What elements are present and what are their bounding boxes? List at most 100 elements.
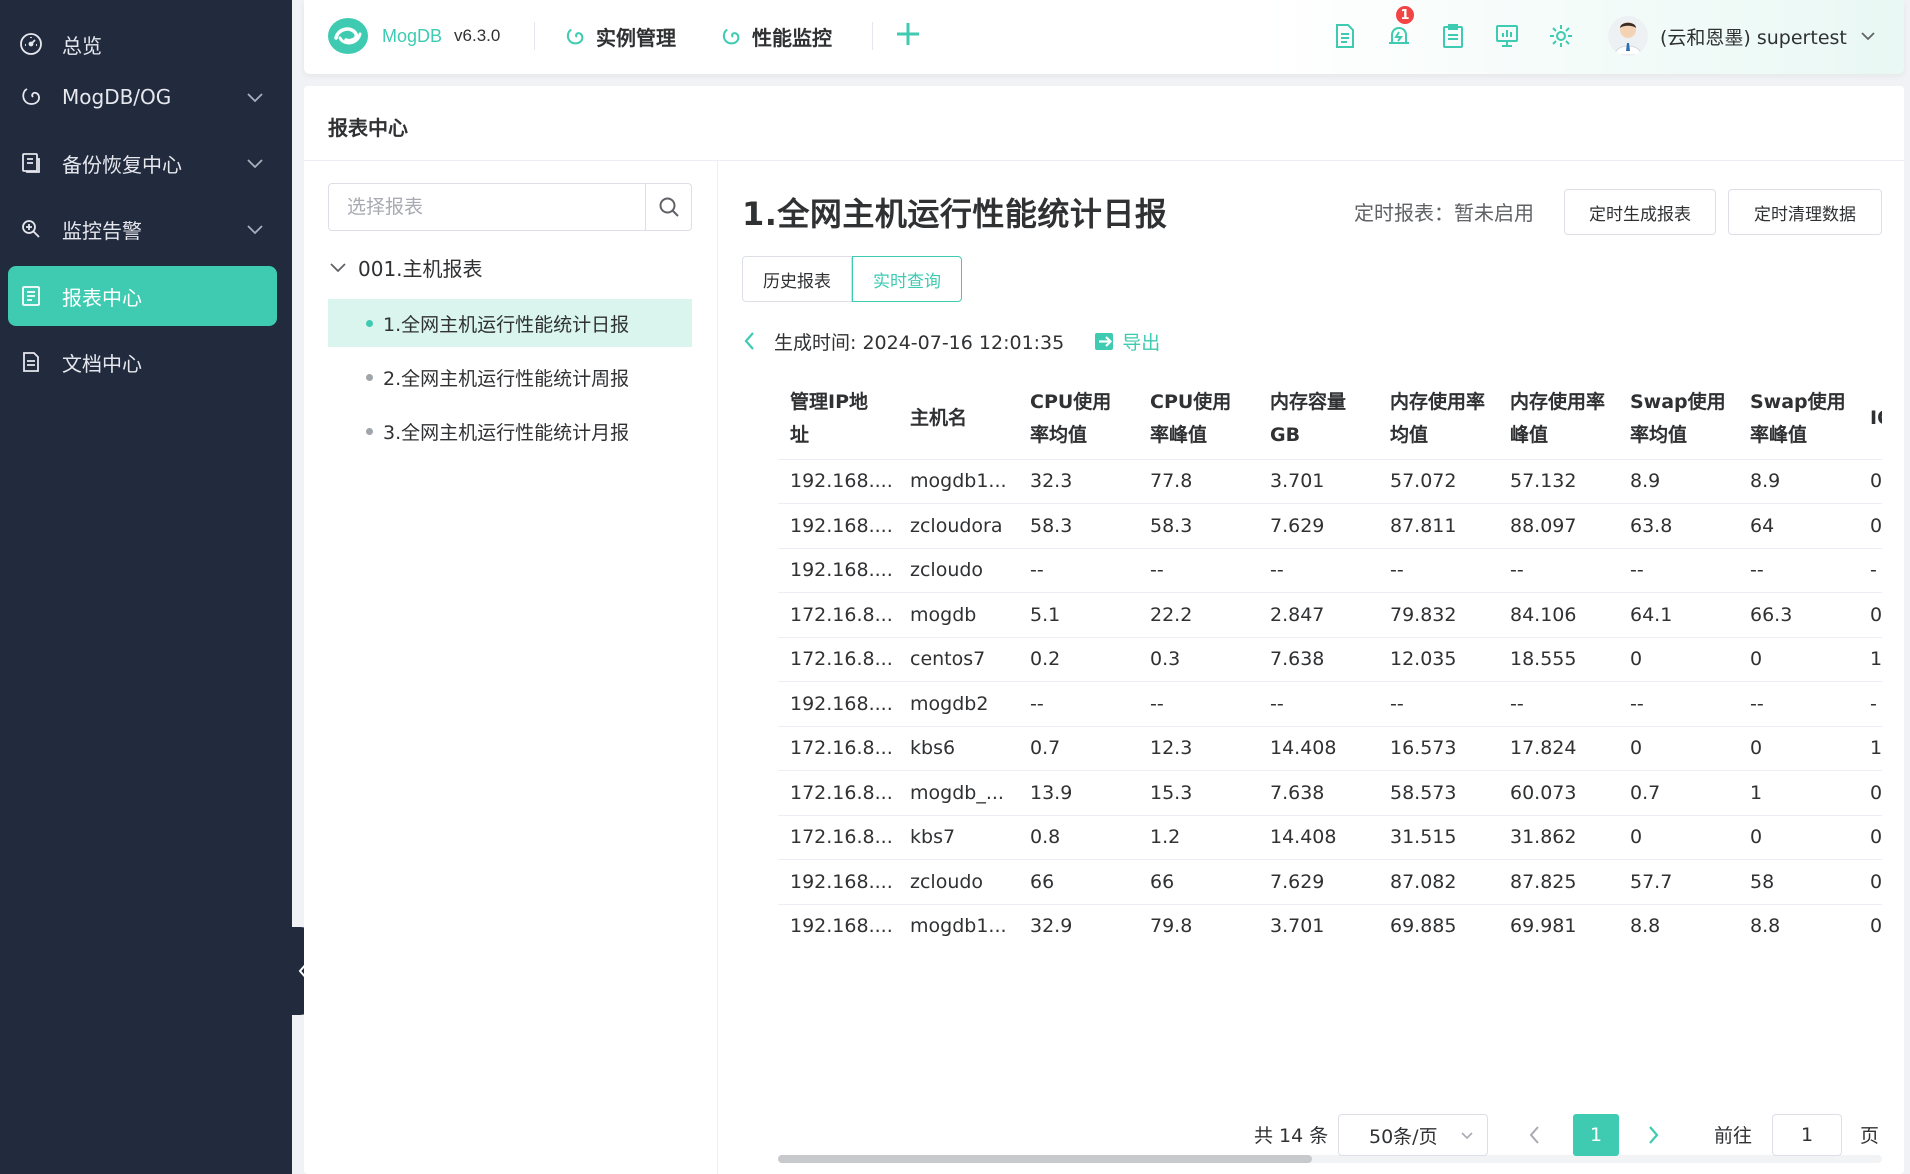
table-cell: 0 — [1858, 503, 1882, 549]
page-title: 报表中心 — [328, 116, 408, 140]
table-cell: 57.072 — [1378, 459, 1498, 504]
sidebar-item-backup[interactable]: 备份恢复中心 — [8, 133, 277, 193]
table-cell: 0 — [1858, 859, 1882, 905]
table-row[interactable]: 172.16.8... mogdb_... 13.9 15.3 7.638 58.573 6… — [778, 770, 1882, 816]
monitor-screen-button[interactable] — [1492, 21, 1522, 51]
table-cell: 17.824 — [1498, 726, 1618, 771]
sidebar-item-monitor-alarm[interactable]: 监控告警 — [8, 199, 277, 259]
table-cell: 31.515 — [1378, 815, 1498, 860]
table-row[interactable]: 192.168.... mogdb1... 32.9 79.8 3.701 69.885 6… — [778, 904, 1882, 947]
document-icon — [18, 349, 44, 375]
tab-history-report[interactable]: 历史报表 — [742, 256, 852, 302]
table-cell: -- — [1738, 548, 1858, 593]
table-cell: 8.9 — [1738, 459, 1858, 504]
tree-node-host-report[interactable]: 001.主机报表 — [328, 253, 483, 282]
sidebar-item-label: 报表中心 — [62, 285, 142, 310]
app-version: v6.3.0 — [454, 26, 501, 45]
sidebar-item-overview[interactable]: 总览 — [8, 14, 277, 74]
table-row[interactable]: 192.168.... mogdb1... 32.3 77.8 3.701 57.072 5… — [778, 459, 1882, 504]
notification-button[interactable] — [1384, 21, 1414, 51]
nav-instance-management[interactable]: 实例管理 — [564, 22, 676, 51]
tree-leaf-label: 2.全网主机运行性能统计周报 — [383, 367, 630, 390]
chevron-down-icon — [247, 159, 263, 169]
generated-row: 生成时间: 2024-07-16 12:01:35 导出 — [742, 321, 1160, 361]
mogdb-icon — [18, 84, 44, 110]
table-cell: 1 — [1858, 726, 1882, 771]
table-row[interactable]: 172.16.8... kbs6 0.7 12.3 14.408 16.573 17.824… — [778, 726, 1882, 771]
table-cell: 2.847 — [1258, 592, 1378, 638]
goto-page-input[interactable] — [1772, 1114, 1842, 1156]
sidebar-item-document-center[interactable]: 文档中心 — [8, 332, 277, 392]
table-cell: 15.3 — [1138, 770, 1258, 816]
report-tree-pane: 001.主机报表 1.全网主机运行性能统计日报 2.全网主机运行性能统计周报 3… — [304, 161, 718, 1174]
search-button[interactable] — [645, 184, 691, 230]
table-header-row: 管理IP地址 主机名 CPU使用率均值 CPU使用率峰值 内存容量GB 内存使用… — [778, 379, 1882, 460]
page-size-select[interactable]: 50条/页 — [1338, 1114, 1488, 1156]
col-header: IO均 — [1858, 379, 1882, 460]
table-row[interactable]: 192.168.... zcloudora 58.3 58.3 7.629 87.811 8… — [778, 503, 1882, 549]
table-cell: 192.168.... — [778, 459, 898, 504]
tree-leaf-daily-report[interactable]: 1.全网主机运行性能统计日报 — [328, 299, 692, 347]
tab-realtime-query[interactable]: 实时查询 — [852, 256, 962, 302]
clipboard-icon — [1443, 24, 1463, 48]
chevron-down-icon — [1861, 32, 1875, 41]
table-row[interactable]: 192.168.... zcloudo -- -- -- -- -- -- -- - — [778, 548, 1882, 593]
scrollbar-thumb[interactable] — [778, 1155, 1312, 1163]
nav-performance-monitor[interactable]: 性能监控 — [720, 22, 832, 51]
table-cell: 32.9 — [1018, 904, 1138, 947]
table-cell: -- — [1018, 548, 1138, 593]
page-number-current[interactable]: 1 — [1573, 1114, 1619, 1156]
table-cell: 8.9 — [1618, 459, 1738, 504]
tree-leaf-monthly-report[interactable]: 3.全网主机运行性能统计月报 — [328, 407, 692, 455]
col-header: 内存使用率均值 — [1378, 379, 1498, 460]
bullet-dot — [366, 319, 373, 327]
logo[interactable]: MogDB v6.3.0 — [326, 16, 500, 56]
table-cell: 58.573 — [1378, 770, 1498, 816]
table-row[interactable]: 192.168.... mogdb2 -- -- -- -- -- -- -- - — [778, 681, 1882, 727]
schedule-clean-button[interactable]: 定时清理数据 — [1728, 189, 1882, 235]
table-cell: 0 — [1858, 592, 1882, 638]
table-cell: -- — [1258, 681, 1378, 727]
sidebar-item-mogdb[interactable]: MogDB/OG — [8, 67, 277, 127]
next-page-button[interactable] — [1632, 1114, 1676, 1156]
table-cell: 18.555 — [1498, 637, 1618, 682]
tasks-button[interactable] — [1438, 21, 1468, 51]
table-cell: 172.16.8... — [778, 770, 898, 816]
add-tab-button[interactable] — [892, 18, 924, 50]
table-cell: -- — [1618, 548, 1738, 593]
table-cell: 87.825 — [1498, 859, 1618, 905]
logo-name: MogDB — [382, 25, 443, 46]
document-button[interactable] — [1330, 21, 1360, 51]
table-cell: 63.8 — [1618, 503, 1738, 549]
table-cell: 12.3 — [1138, 726, 1258, 771]
settings-button[interactable] — [1546, 21, 1576, 51]
user-menu[interactable]: (云和恩墨) supertest — [1608, 16, 1877, 56]
search-input[interactable] — [329, 184, 645, 230]
tree-leaf-weekly-report[interactable]: 2.全网主机运行性能统计周报 — [328, 353, 692, 401]
table-cell: 22.2 — [1138, 592, 1258, 638]
user-name: (云和恩墨) supertest — [1660, 26, 1847, 49]
file-text-icon — [1336, 24, 1354, 48]
schedule-generate-button[interactable]: 定时生成报表 — [1564, 189, 1716, 235]
table-cell: 8.8 — [1738, 904, 1858, 947]
col-header: CPU使用率均值 — [1018, 379, 1138, 460]
report-icon — [18, 283, 44, 309]
table-row[interactable]: 192.168.... zcloudo 66 66 7.629 87.082 87.825 5… — [778, 859, 1882, 905]
prev-page-button[interactable] — [1512, 1114, 1556, 1156]
export-button[interactable]: 导出 — [1094, 328, 1160, 355]
table-row[interactable]: 172.16.8... mogdb 5.1 22.2 2.847 79.832 84.106… — [778, 592, 1882, 638]
table-cell: 7.629 — [1258, 859, 1378, 905]
table-cell: 3.701 — [1258, 904, 1378, 947]
table-cell: 172.16.8... — [778, 592, 898, 638]
table-cell: 87.082 — [1378, 859, 1498, 905]
table-cell: 0 — [1738, 637, 1858, 682]
alarm-icon — [18, 216, 44, 242]
back-button[interactable] — [742, 330, 756, 352]
table-row[interactable]: 172.16.8... centos7 0.2 0.3 7.638 12.035 18.55… — [778, 637, 1882, 682]
table-cell: 1.2 — [1138, 815, 1258, 860]
table-row[interactable]: 172.16.8... kbs7 0.8 1.2 14.408 31.515 31.862 0… — [778, 815, 1882, 860]
plus-icon — [897, 23, 919, 45]
table-cell: -- — [1378, 681, 1498, 727]
bell-icon — [1389, 26, 1409, 44]
sidebar-item-report-center[interactable]: 报表中心 — [8, 266, 277, 326]
